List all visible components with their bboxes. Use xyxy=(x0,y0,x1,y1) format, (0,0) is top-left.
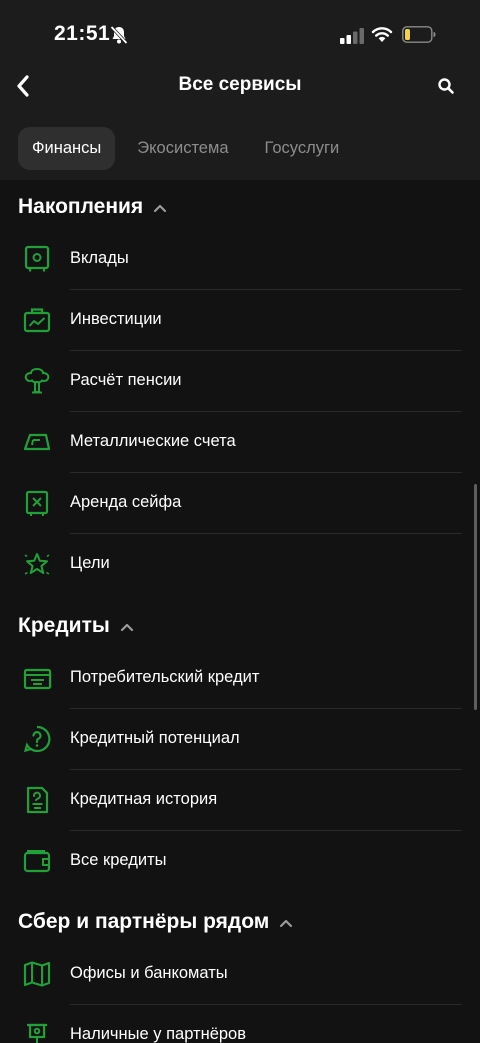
section-title: Накопления xyxy=(18,195,144,218)
list-item-goals[interactable]: Цели xyxy=(0,534,480,595)
status-time: 21:51 xyxy=(54,22,111,45)
item-label: Кредитная история xyxy=(70,790,218,808)
list-item-pension[interactable]: Расчёт пенсии xyxy=(0,351,480,412)
scrollbar[interactable] xyxy=(474,484,477,710)
chevron-up-icon xyxy=(154,204,167,213)
list-item-credit-history[interactable]: Кредитная история xyxy=(0,770,480,831)
item-label: Все кредиты xyxy=(70,851,167,869)
star-icon xyxy=(24,553,50,575)
section-nearby-header[interactable]: Сбер и партнёры рядом xyxy=(18,910,293,934)
item-label: Цели xyxy=(70,554,110,572)
search-button[interactable] xyxy=(432,72,460,100)
category-tabs: Финансы Экосистема Госуслуги xyxy=(18,127,353,170)
list-item-metal-accounts[interactable]: Металлические счета xyxy=(0,412,480,473)
bell-off-icon xyxy=(110,25,128,45)
section-title: Кредиты xyxy=(18,614,110,637)
chevron-up-icon xyxy=(280,919,293,928)
list-item-safe-rental[interactable]: Аренда сейфа xyxy=(0,473,480,534)
list-item-consumer-credit[interactable]: Потребительский кредит xyxy=(0,648,480,709)
chevron-up-icon xyxy=(120,623,133,632)
question-circle-icon xyxy=(23,725,51,753)
tab-ecosystem[interactable]: Экосистема xyxy=(123,127,242,170)
wifi-icon xyxy=(371,27,393,42)
item-label: Расчёт пенсии xyxy=(70,371,182,389)
item-label: Вклады xyxy=(70,249,129,267)
item-label: Аренда сейфа xyxy=(70,493,182,511)
safe-box-icon xyxy=(25,490,49,516)
back-button[interactable] xyxy=(8,70,38,102)
item-label: Инвестиции xyxy=(70,310,162,328)
wallet-icon xyxy=(23,850,51,873)
section-savings-header[interactable]: Накопления xyxy=(18,195,167,219)
safe-icon xyxy=(24,245,50,272)
item-label: Офисы и банкоматы xyxy=(70,964,228,982)
map-icon xyxy=(23,961,51,987)
item-label: Кредитный потенциал xyxy=(70,729,240,747)
battery-icon xyxy=(402,26,436,43)
page-title: Все сервисы xyxy=(178,74,302,95)
tab-finance[interactable]: Финансы xyxy=(18,127,116,170)
card-icon xyxy=(23,668,52,690)
list-item-all-credits[interactable]: Все кредиты xyxy=(0,831,480,892)
item-label: Потребительский кредит xyxy=(70,668,260,686)
list-item-investments[interactable]: Инвестиции xyxy=(0,290,480,351)
gold-bar-icon xyxy=(23,433,51,451)
status-bar: 21:51 xyxy=(0,0,480,70)
item-label: Металлические счета xyxy=(70,432,236,450)
section-credits-header[interactable]: Кредиты xyxy=(18,614,134,638)
briefcase-chart-icon xyxy=(23,308,51,333)
nav-bar: Все сервисы xyxy=(0,62,480,112)
cash-point-icon xyxy=(27,1023,47,1043)
list-item-credit-potential[interactable]: Кредитный потенциал xyxy=(0,709,480,770)
list-item-partner-cash[interactable]: Наличные у партнёров xyxy=(0,1005,480,1043)
item-label: Наличные у партнёров xyxy=(70,1025,246,1043)
list-item-deposits[interactable]: Вклады xyxy=(0,229,480,290)
tab-gosuslugi[interactable]: Госуслуги xyxy=(251,127,354,170)
list-item-offices-atms[interactable]: Офисы и банкоматы xyxy=(0,944,480,1005)
tree-icon xyxy=(24,367,50,394)
document-icon xyxy=(26,786,49,814)
chevron-left-icon xyxy=(17,75,29,97)
search-icon xyxy=(438,78,454,94)
section-title: Сбер и партнёры рядом xyxy=(18,910,270,933)
signal-icon xyxy=(340,28,364,44)
